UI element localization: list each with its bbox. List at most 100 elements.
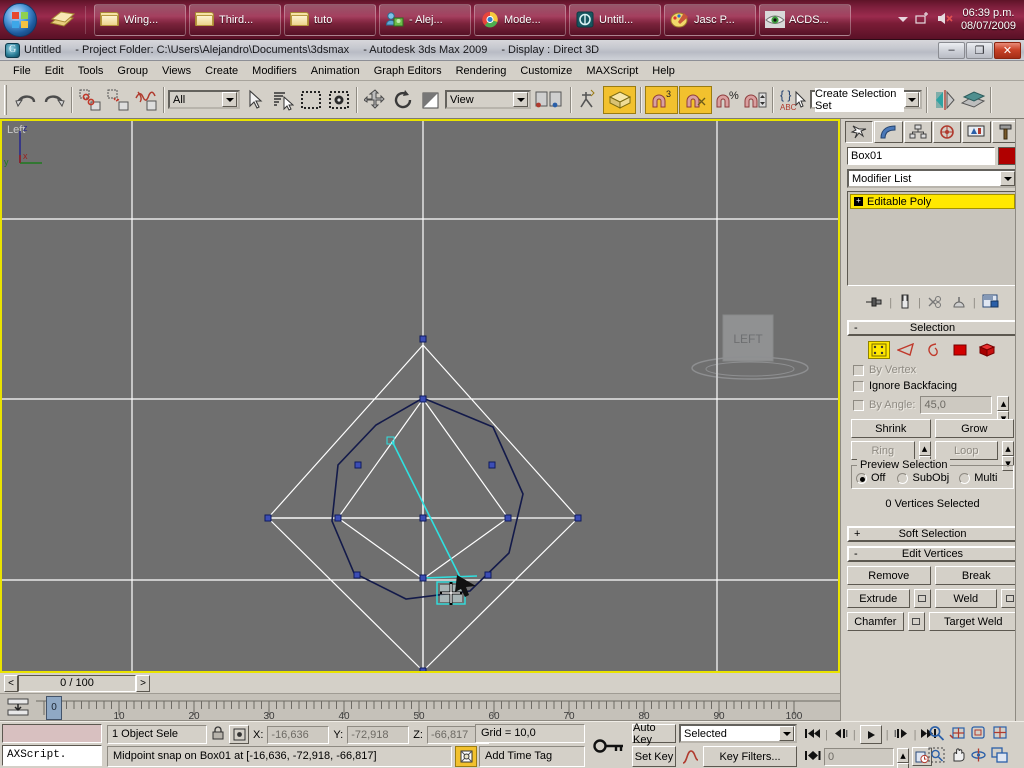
make-unique-icon[interactable] — [927, 294, 945, 313]
time-slider-handle[interactable]: 0 / 100 — [18, 674, 136, 692]
named-selection-set-combo[interactable]: Create Selection Set — [810, 87, 922, 112]
select-by-name-icon[interactable] — [269, 85, 296, 114]
chamfer-settings-button[interactable] — [907, 612, 925, 631]
hierarchy-tab[interactable] — [903, 121, 932, 143]
menu-file[interactable]: File — [6, 63, 38, 79]
time-slider-prev-button[interactable]: < — [4, 674, 18, 692]
viewport-left[interactable]: Left LEFT z x y — [2, 121, 838, 671]
edge-sublevel-button[interactable] — [895, 341, 917, 359]
select-and-rotate-icon[interactable] — [389, 85, 416, 114]
angle-snap-toggle-icon[interactable]: 3 — [645, 85, 678, 114]
by-angle-field[interactable]: 45,0 — [920, 396, 993, 414]
ring-button[interactable]: Ring — [851, 441, 915, 460]
previous-frame-icon[interactable] — [832, 726, 849, 744]
remove-button[interactable]: Remove — [847, 566, 931, 585]
go-to-start-icon[interactable] — [804, 726, 821, 744]
menu-animation[interactable]: Animation — [304, 63, 367, 79]
clock[interactable]: 06:39 p.m. 08/07/2009 — [961, 7, 1016, 33]
select-and-manipulate-icon[interactable] — [575, 85, 602, 114]
snaps-toggle-3d-icon[interactable] — [603, 85, 636, 114]
task-button[interactable]: Mode... — [474, 3, 566, 36]
close-button[interactable]: ✕ — [994, 41, 1021, 59]
spinner-snap-toggle-icon[interactable] — [741, 85, 768, 114]
show-end-result-icon[interactable] — [898, 294, 912, 313]
key-filter-set-combo[interactable]: Selected — [679, 724, 797, 743]
ignore-backfacing-checkbox[interactable] — [853, 380, 864, 392]
shrink-button[interactable]: Shrink — [851, 419, 931, 438]
modifier-stack-entry[interactable]: + Editable Poly — [850, 194, 1015, 209]
preview-subobj-radio[interactable] — [897, 472, 909, 484]
window-crossing-icon[interactable] — [325, 85, 352, 114]
menu-group[interactable]: Group — [110, 63, 155, 79]
x-field[interactable]: -16,636 — [267, 725, 330, 744]
chevron-down-icon[interactable] — [513, 92, 528, 107]
menu-customize[interactable]: Customize — [513, 63, 579, 79]
task-button[interactable]: Wing... — [94, 3, 186, 36]
grow-button[interactable]: Grow — [934, 419, 1014, 438]
select-and-move-icon[interactable] — [361, 85, 388, 114]
menu-tools[interactable]: Tools — [71, 63, 111, 79]
soft-selection-rollout-header[interactable]: + Soft Selection — [847, 526, 1018, 542]
preview-multi-radio[interactable] — [959, 472, 971, 484]
maxscript-output-pane[interactable] — [2, 724, 102, 743]
task-button[interactable]: Third... — [189, 3, 281, 36]
zoom-extents-icon[interactable] — [970, 725, 987, 744]
remove-modifier-icon[interactable] — [951, 294, 967, 313]
current-frame-spinner[interactable]: ▴▾ — [897, 747, 909, 768]
menu-views[interactable]: Views — [155, 63, 198, 79]
chevron-down-icon[interactable] — [1000, 171, 1015, 186]
time-tag-icon[interactable] — [455, 746, 477, 767]
command-panel-scrollbar[interactable] — [1015, 119, 1024, 721]
border-sublevel-button[interactable] — [922, 341, 944, 359]
display-tab[interactable] — [962, 121, 991, 143]
loop-button[interactable]: Loop — [934, 441, 998, 460]
mini-curve-editor-icon[interactable] — [6, 697, 32, 718]
expand-icon[interactable]: + — [854, 528, 860, 540]
modifier-list-combo[interactable]: Modifier List — [847, 169, 1018, 188]
zoom-region-icon[interactable] — [928, 747, 945, 766]
network-icon[interactable] — [915, 11, 930, 29]
pin-stack-icon[interactable] — [865, 294, 883, 313]
vertex-sublevel-button[interactable] — [867, 341, 890, 359]
task-button[interactable]: Jasc P... — [664, 3, 756, 36]
collapse-icon[interactable]: - — [854, 322, 858, 334]
ring-spinner[interactable]: ▴▾ — [918, 441, 931, 471]
chevron-down-icon[interactable] — [222, 92, 237, 107]
task-button[interactable]: Untitl... — [569, 3, 661, 36]
key-mode-icon[interactable] — [804, 748, 821, 766]
minimize-button[interactable]: – — [938, 41, 965, 59]
y-field[interactable]: -72,918 — [347, 725, 410, 744]
key-mode-toggle-icon[interactable] — [588, 724, 630, 767]
task-button[interactable]: tuto — [284, 3, 376, 36]
rectangular-selection-region-icon[interactable] — [297, 85, 324, 114]
percent-snap-toggle-icon[interactable]: % — [713, 85, 740, 114]
select-and-link-icon[interactable] — [76, 85, 103, 114]
start-orb-button[interactable] — [3, 2, 37, 37]
undo-icon[interactable] — [12, 85, 39, 114]
by-angle-checkbox[interactable] — [853, 399, 864, 411]
select-object-arrow-icon[interactable] — [241, 85, 268, 114]
menu-graph-editors[interactable]: Graph Editors — [367, 63, 449, 79]
edit-vertices-rollout-header[interactable]: - Edit Vertices — [847, 546, 1018, 562]
modifier-stack[interactable]: + Editable Poly — [847, 191, 1018, 286]
layer-manager-icon[interactable] — [959, 85, 986, 114]
angle-snap-deg-icon[interactable] — [679, 85, 712, 114]
task-button[interactable]: - Alej... — [379, 3, 471, 36]
use-pivot-point-center-icon[interactable] — [532, 85, 566, 114]
track-bar-current-frame[interactable]: 0 — [46, 696, 62, 720]
default-in-out-tangent-icon[interactable] — [680, 746, 700, 767]
unlink-selection-icon[interactable] — [104, 85, 131, 114]
redo-icon[interactable] — [40, 85, 67, 114]
weld-button[interactable]: Weld — [934, 589, 997, 608]
task-button[interactable]: ACDS... — [759, 3, 851, 36]
mirror-icon[interactable] — [931, 85, 958, 114]
chamfer-button[interactable]: Chamfer — [847, 612, 904, 631]
current-frame-field[interactable]: 0 — [824, 747, 894, 766]
play-animation-icon[interactable] — [859, 725, 882, 744]
zoom-icon[interactable] — [928, 725, 945, 744]
auto-key-button[interactable]: Auto Key — [632, 722, 676, 746]
track-bar[interactable]: 10 20 30 40 50 60 70 80 90 100 0 — [0, 694, 840, 721]
transform-type-in-icon[interactable] — [229, 725, 249, 744]
extrude-button[interactable]: Extrude — [847, 589, 910, 608]
set-key-button[interactable]: Set Key — [632, 746, 676, 767]
